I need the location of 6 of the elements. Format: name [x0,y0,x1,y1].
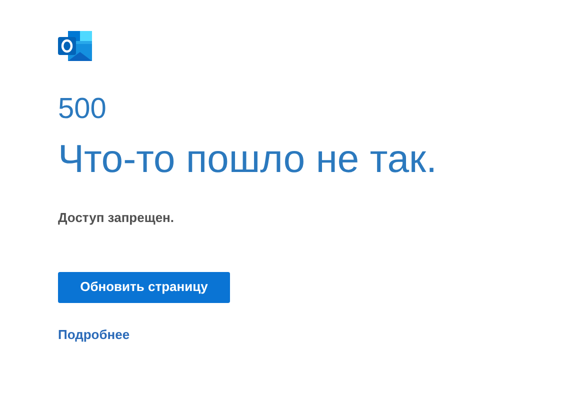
error-message: Доступ запрещен. [58,209,174,227]
refresh-page-button[interactable]: Обновить страницу [58,272,230,302]
learn-more-link[interactable]: Подробнее [58,324,130,344]
error-code: 500 [58,92,106,126]
app-logo-icon [58,30,94,62]
error-title: Что-то пошло не так. [58,137,437,183]
